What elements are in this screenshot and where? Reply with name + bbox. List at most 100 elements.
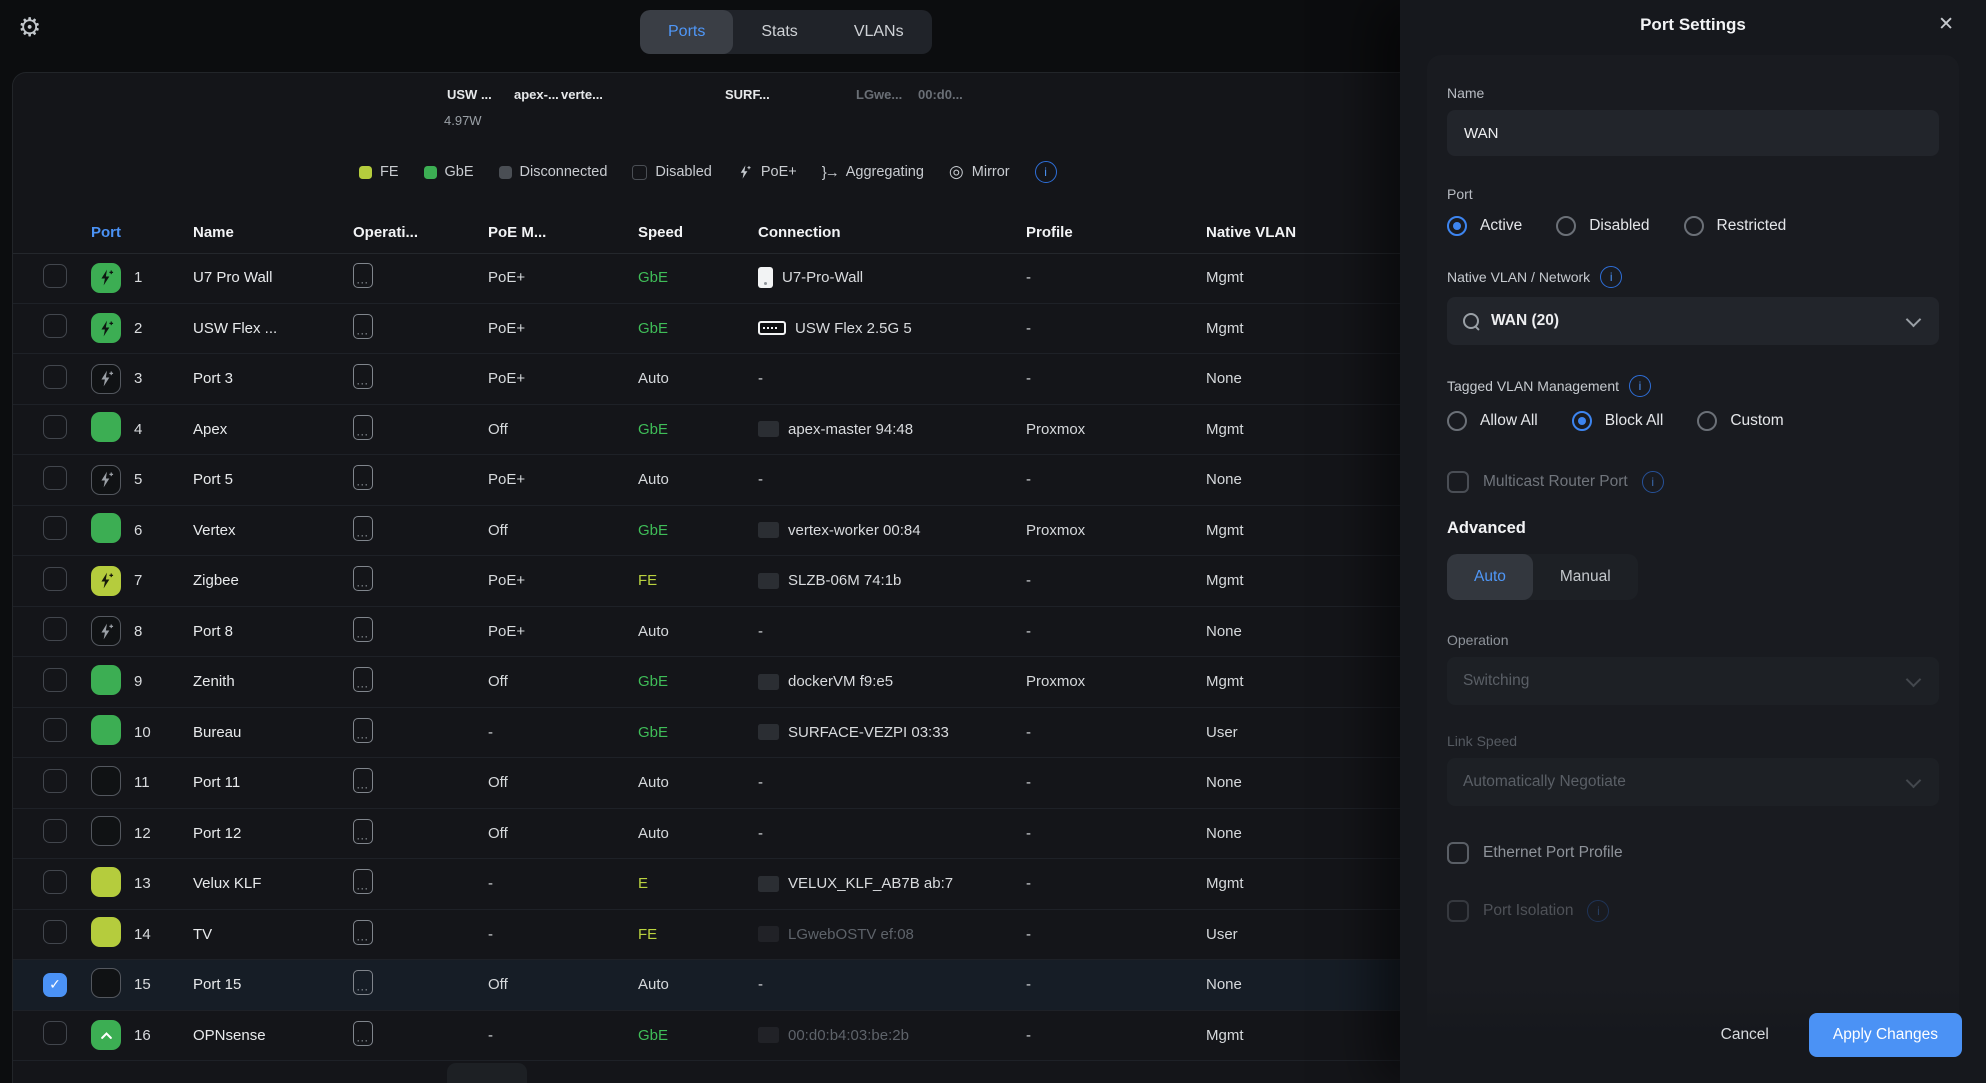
row-checkbox[interactable] <box>43 718 67 742</box>
port-isolation-checkbox[interactable] <box>1447 900 1469 922</box>
drawer-form-card: Name Port Active Disabled Restricted Nat… <box>1427 55 1959 1083</box>
row-checkbox[interactable] <box>43 365 67 389</box>
speed: FE <box>638 926 758 943</box>
tab-stats[interactable]: Stats <box>733 10 825 54</box>
speed: Auto <box>638 976 758 993</box>
tagged-vlan-info-icon[interactable] <box>1629 375 1651 397</box>
tagged-vlan-label: Tagged VLAN Management <box>1447 375 1939 397</box>
operation-label: Operation <box>1447 632 1939 648</box>
poe-power-draw: 4.97W <box>444 113 482 128</box>
column-header-5[interactable]: Connection <box>758 224 1026 241</box>
row-checkbox[interactable] <box>43 1021 67 1045</box>
connection-name: SLZB-06M 74:1b <box>788 572 901 589</box>
column-header-3[interactable]: PoE M... <box>488 224 638 241</box>
speed: GbE <box>638 1027 758 1044</box>
radio-option-active[interactable]: Active <box>1447 216 1522 236</box>
legend-label: FE <box>380 164 399 180</box>
port-name: Apex <box>193 421 353 438</box>
switch-device-icon <box>758 321 786 335</box>
ethernet-profile-checkbox[interactable] <box>1447 842 1469 864</box>
operation-value: Switching <box>1463 672 1529 690</box>
radio-option-disabled[interactable]: Disabled <box>1556 216 1649 236</box>
legend-item: Disabled <box>632 164 711 180</box>
segment-manual[interactable]: Manual <box>1533 554 1638 600</box>
port-number: 4 <box>134 421 193 438</box>
table-footer-partial-button[interactable] <box>447 1063 527 1083</box>
segment-auto[interactable]: Auto <box>1447 554 1533 600</box>
connection-name: - <box>758 370 763 387</box>
connected-device-label: apex-... <box>514 87 559 102</box>
connection-name: - <box>758 825 763 842</box>
apply-changes-button[interactable]: Apply Changes <box>1809 1013 1962 1057</box>
column-header-0[interactable]: Port <box>91 224 193 241</box>
row-checkbox[interactable] <box>43 920 67 944</box>
row-checkbox[interactable] <box>43 516 67 540</box>
radio-option-custom[interactable]: Custom <box>1697 411 1783 431</box>
port-isolation-checkbox-row[interactable]: Port Isolation <box>1447 900 1939 922</box>
port-name: Zigbee <box>193 572 353 589</box>
chevron-down-icon <box>1906 312 1922 328</box>
poe-bolt-icon <box>97 319 116 338</box>
port-name: Port 12 <box>193 825 353 842</box>
legend-label: GbE <box>445 164 474 180</box>
connection-name: 00:d0:b4:03:be:2b <box>788 1027 909 1044</box>
column-header-2[interactable]: Operati... <box>353 224 488 241</box>
chevron-down-icon <box>1906 773 1922 789</box>
multicast-section: Multicast Router Port <box>1447 471 1939 493</box>
profile: Proxmox <box>1026 522 1206 539</box>
row-checkbox[interactable] <box>43 415 67 439</box>
aggregating-icon: }→ <box>822 164 838 181</box>
row-checkbox[interactable] <box>43 314 67 338</box>
row-checkbox[interactable] <box>43 466 67 490</box>
row-checkbox[interactable] <box>43 769 67 793</box>
server-device-icon <box>758 1027 779 1043</box>
radio-option-allow-all[interactable]: Allow All <box>1447 411 1538 431</box>
row-checkbox[interactable] <box>43 819 67 843</box>
server-device-icon <box>758 724 779 740</box>
settings-gear-icon[interactable]: ⚙ <box>18 13 41 43</box>
radio-icon <box>1697 411 1717 431</box>
multicast-router-port-checkbox-row[interactable]: Multicast Router Port <box>1447 471 1939 493</box>
port-isolation-info-icon[interactable] <box>1587 900 1609 922</box>
row-checkbox[interactable] <box>43 870 67 894</box>
row-checkbox[interactable] <box>43 668 67 692</box>
port-status-icon <box>91 313 121 343</box>
port-name: Port 11 <box>193 774 353 791</box>
native-vlan-select[interactable]: WAN (20) <box>1447 297 1939 345</box>
port-status-icon <box>91 513 121 543</box>
column-header-6[interactable]: Profile <box>1026 224 1206 241</box>
column-header-4[interactable]: Speed <box>638 224 758 241</box>
link-speed-section: Link Speed Automatically Negotiate <box>1447 733 1939 806</box>
row-checkbox[interactable] <box>43 264 67 288</box>
native-vlan-info-icon[interactable] <box>1600 266 1622 288</box>
legend-label: PoE+ <box>761 164 797 180</box>
legend-info-icon[interactable] <box>1035 161 1057 183</box>
connection: - <box>758 825 1026 842</box>
poe-mode: - <box>488 724 638 741</box>
port-number: 7 <box>134 572 193 589</box>
radio-option-block-all[interactable]: Block All <box>1572 411 1664 431</box>
poe-mode: Off <box>488 421 638 438</box>
multicast-checkbox[interactable] <box>1447 471 1469 493</box>
close-icon[interactable]: ✕ <box>1938 13 1954 35</box>
row-checkbox[interactable] <box>43 617 67 641</box>
connection: VELUX_KLF_AB7B ab:7 <box>758 875 1026 892</box>
port-name: Port 8 <box>193 623 353 640</box>
tagged-vlan-section: Tagged VLAN Management Allow All Block A… <box>1447 375 1939 431</box>
name-input[interactable] <box>1447 110 1939 156</box>
row-checkbox[interactable] <box>43 567 67 591</box>
port-status-icon <box>91 364 121 394</box>
port-status-icon <box>91 766 121 796</box>
multicast-info-icon[interactable] <box>1642 471 1664 493</box>
radio-label: Custom <box>1730 412 1783 430</box>
radio-option-restricted[interactable]: Restricted <box>1684 216 1787 236</box>
tab-vlans[interactable]: VLANs <box>826 10 932 54</box>
connection: - <box>758 774 1026 791</box>
row-checkbox[interactable]: ✓ <box>43 973 67 997</box>
tab-ports[interactable]: Ports <box>640 10 733 54</box>
switch-device-icon <box>353 768 373 793</box>
ethernet-port-profile-checkbox-row[interactable]: Ethernet Port Profile <box>1447 842 1939 864</box>
column-header-1[interactable]: Name <box>193 224 353 241</box>
cancel-button[interactable]: Cancel <box>1721 1026 1769 1044</box>
profile: Proxmox <box>1026 421 1206 438</box>
